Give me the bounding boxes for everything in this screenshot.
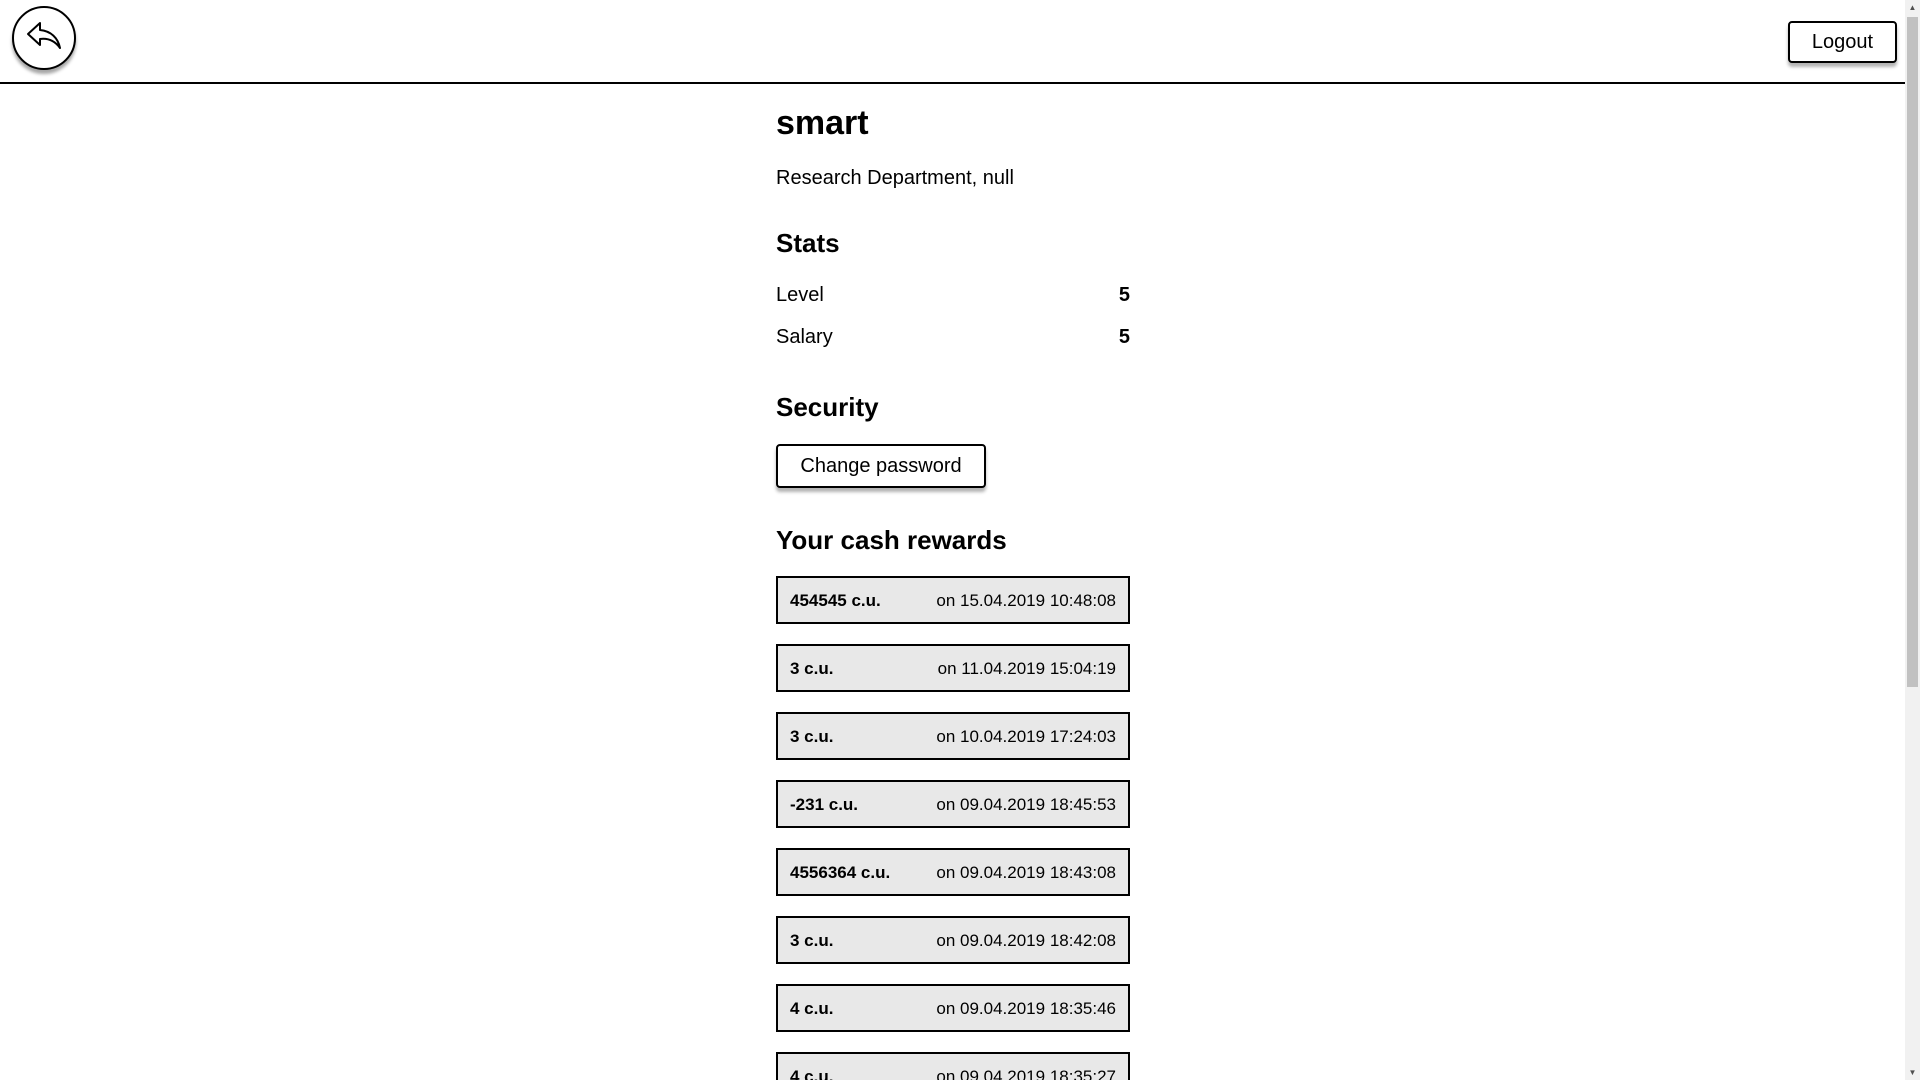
scroll-up-arrow-icon[interactable]: ▲ [1905,0,1920,15]
reward-amount: 4 c.u. [790,1067,834,1080]
username-title: smart [776,104,869,142]
reward-amount: 3 c.u. [790,659,834,678]
scrollbar-thumb[interactable] [1907,17,1918,687]
reward-amount: 4 c.u. [790,999,834,1018]
stat-label: Salary [776,326,833,348]
reward-date: on 15.04.2019 10:48:08 [936,591,1116,610]
top-bar: Logout [0,0,1905,84]
reward-date: on 11.04.2019 15:04:19 [937,659,1116,678]
reward-item: 454545 c.u. on 15.04.2019 10:48:08 [776,576,1130,624]
reward-item: 3 c.u. on 11.04.2019 15:04:19 [776,644,1130,692]
reward-amount: 3 c.u. [790,727,834,746]
reward-item: 3 c.u. on 10.04.2019 17:24:03 [776,712,1130,760]
back-button[interactable] [12,6,76,70]
stat-row-level: Level 5 [776,284,1130,310]
security-title: Security [776,392,879,422]
reward-item: -231 c.u. on 09.04.2019 18:45:53 [776,780,1130,828]
reward-date: on 09.04.2019 18:43:08 [936,863,1116,882]
reply-arrow-icon [24,19,64,58]
reward-item: 4 c.u. on 09.04.2019 18:35:27 [776,1052,1130,1080]
reward-amount: 3 c.u. [790,931,834,950]
reward-date: on 09.04.2019 18:42:08 [936,931,1116,950]
reward-amount: 454545 c.u. [790,591,881,610]
reward-item: 3 c.u. on 09.04.2019 18:42:08 [776,916,1130,964]
logout-button[interactable]: Logout [1788,21,1897,63]
reward-item: 4 c.u. on 09.04.2019 18:35:46 [776,984,1130,1032]
stat-value: 5 [1118,284,1130,306]
reward-amount: 4556364 c.u. [790,863,891,882]
rewards-title: Your cash rewards [776,525,1007,555]
reward-date: on 09.04.2019 18:45:53 [936,795,1116,814]
reward-date: on 10.04.2019 17:24:03 [936,727,1116,746]
reward-date: on 09.04.2019 18:35:27 [936,1067,1116,1080]
department-text: Research Department, null [776,167,1014,189]
scroll-down-arrow-icon[interactable]: ▼ [1905,1065,1920,1080]
reward-item: 4556364 c.u. on 09.04.2019 18:43:08 [776,848,1130,896]
reward-date: on 09.04.2019 18:35:46 [936,999,1116,1018]
vertical-scrollbar[interactable]: ▲ ▼ [1905,0,1920,1080]
reward-amount: -231 c.u. [790,795,859,814]
page: Logout smart Research Department, null S… [0,0,1905,1080]
stats-title: Stats [776,228,840,258]
stat-value: 5 [1118,326,1130,348]
change-password-button[interactable]: Change password [776,444,986,488]
stat-label: Level [776,284,824,306]
stat-row-salary: Salary 5 [776,326,1130,352]
